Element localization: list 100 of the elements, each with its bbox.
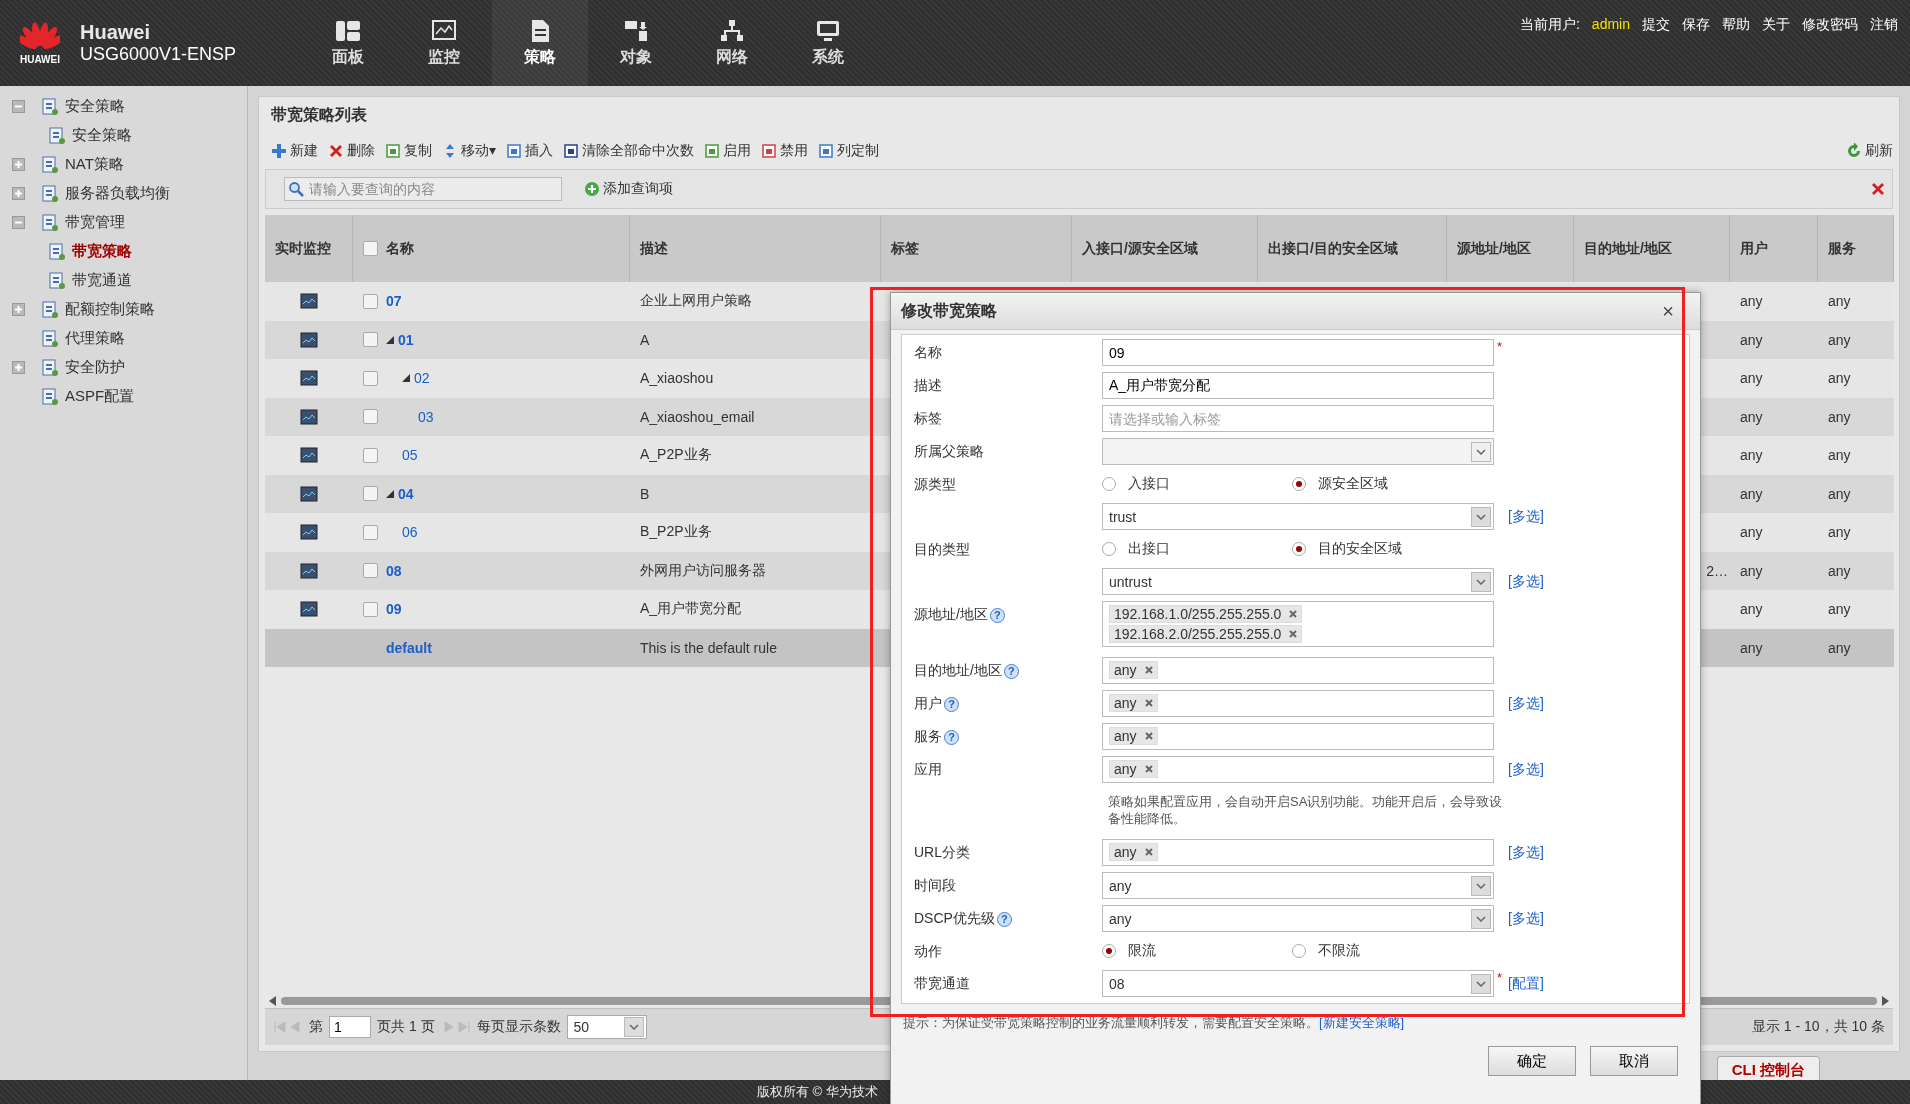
expand-icon[interactable] xyxy=(12,303,25,316)
radio-option[interactable]: 不限流 xyxy=(1292,942,1482,960)
page-input[interactable]: 1 xyxy=(329,1016,371,1038)
checkbox[interactable] xyxy=(363,447,378,463)
monitor-icon[interactable] xyxy=(300,293,318,310)
remove-icon[interactable] xyxy=(1289,630,1298,638)
remove-icon[interactable] xyxy=(1144,848,1153,856)
close-button[interactable]: × xyxy=(1662,301,1674,321)
expand-icon[interactable] xyxy=(12,187,25,200)
sidebar-item[interactable]: 安全防护 xyxy=(65,358,125,377)
expand-icon[interactable] xyxy=(12,158,25,171)
toolbar-button[interactable]: 新建 xyxy=(271,142,318,160)
multi-select-link[interactable]: [多选] xyxy=(1508,905,1568,928)
help-icon[interactable]: ? xyxy=(996,911,1012,927)
monitor-icon[interactable] xyxy=(300,562,318,579)
header-link[interactable]: 帮助 xyxy=(1722,16,1750,86)
multi-select-link[interactable]: [多选] xyxy=(1508,568,1568,591)
remove-icon[interactable] xyxy=(1144,699,1153,707)
sidebar-item[interactable]: ASPF配置 xyxy=(65,387,135,406)
sidebar-item[interactable]: NAT策略 xyxy=(65,155,124,174)
checkbox[interactable] xyxy=(363,409,378,425)
sidebar-item[interactable]: 带宽通道 xyxy=(72,271,132,290)
add-query-button[interactable]: 添加查询项 xyxy=(578,179,679,199)
toolbar-button[interactable]: 清除全部命中次数 xyxy=(563,142,695,160)
search-field[interactable]: 请输入要查询的内容 xyxy=(284,177,562,201)
nav-tab[interactable]: 系统 xyxy=(780,0,876,86)
policy-name[interactable]: 03 xyxy=(418,408,434,425)
help-icon[interactable]: ? xyxy=(944,696,959,712)
scroll-right-icon[interactable] xyxy=(1881,996,1889,1006)
expanded-icon[interactable] xyxy=(386,489,394,498)
monitor-icon[interactable] xyxy=(300,524,318,541)
sidebar-item[interactable]: 安全策略 xyxy=(65,97,125,116)
remove-icon[interactable] xyxy=(1144,666,1153,674)
header-link[interactable]: 关于 xyxy=(1762,16,1790,86)
policy-name[interactable]: 01 xyxy=(398,331,414,348)
tag-field[interactable]: any xyxy=(1102,657,1494,684)
sidebar-item[interactable]: 配额控制策略 xyxy=(65,300,155,319)
sidebar-item[interactable]: 带宽策略 xyxy=(72,242,132,261)
header-link[interactable]: 提交 xyxy=(1642,16,1670,86)
checkbox[interactable] xyxy=(363,293,378,309)
checkbox[interactable] xyxy=(363,370,378,386)
select-field[interactable]: any xyxy=(1102,905,1494,932)
close-icon[interactable] xyxy=(1870,181,1886,197)
sidebar-item[interactable]: 服务器负载均衡 xyxy=(65,184,170,203)
multi-select-link[interactable]: [多选] xyxy=(1508,690,1568,713)
nav-tab[interactable]: 对象 xyxy=(588,0,684,86)
per-page-select[interactable]: 50 xyxy=(566,1015,647,1039)
collapse-icon[interactable] xyxy=(12,100,25,113)
radio-option[interactable]: 源安全区域 xyxy=(1292,475,1482,493)
monitor-icon[interactable] xyxy=(300,601,318,618)
nav-tab[interactable]: 网络 xyxy=(684,0,780,86)
tag-field[interactable]: any xyxy=(1102,839,1494,866)
monitor-icon[interactable] xyxy=(300,370,318,387)
policy-name[interactable]: 08 xyxy=(386,562,402,579)
toolbar-button[interactable]: 插入 xyxy=(506,142,554,160)
sidebar-item[interactable]: 带宽管理 xyxy=(65,213,125,232)
checkbox[interactable] xyxy=(363,563,378,579)
multi-select-link[interactable]: [多选] xyxy=(1508,503,1568,526)
remove-icon[interactable] xyxy=(1144,732,1153,740)
toolbar-button[interactable]: 删除 xyxy=(328,142,375,160)
tag-field[interactable]: any xyxy=(1102,690,1494,717)
cli-tab[interactable]: CLI 控制台 xyxy=(1716,1056,1820,1080)
remove-icon[interactable] xyxy=(1144,765,1153,773)
nav-tab[interactable]: 策略 xyxy=(492,0,588,86)
new-policy-link[interactable]: [新建安全策略] xyxy=(1319,1015,1405,1030)
sidebar-item[interactable]: 代理策略 xyxy=(65,329,125,348)
checkbox[interactable] xyxy=(363,486,378,502)
radio-button[interactable] xyxy=(1292,944,1306,958)
radio-option[interactable]: 入接口 xyxy=(1102,475,1292,493)
refresh-button[interactable]: 刷新 xyxy=(1846,142,1893,160)
policy-name[interactable]: 05 xyxy=(402,447,418,464)
checkbox[interactable] xyxy=(363,601,378,617)
text-field[interactable]: 请选择或输入标签 xyxy=(1102,405,1494,432)
scroll-left-icon[interactable] xyxy=(269,996,277,1006)
toolbar-button[interactable]: 复制 xyxy=(385,142,432,160)
checkbox[interactable] xyxy=(363,332,378,348)
collapse-icon[interactable] xyxy=(12,216,25,229)
multi-select-link[interactable]: [配置] xyxy=(1508,970,1568,993)
radio-button[interactable] xyxy=(1102,542,1116,556)
multi-select-link[interactable]: [多选] xyxy=(1508,756,1568,779)
remove-icon[interactable] xyxy=(1289,610,1298,618)
tag-field[interactable]: 192.168.1.0/255.255.255.0 192.168.2.0/255.255.255.0 xyxy=(1102,601,1494,647)
checkbox[interactable] xyxy=(363,524,378,540)
policy-name[interactable]: 06 xyxy=(402,524,418,541)
dialog-button[interactable]: 确定 xyxy=(1488,1046,1576,1076)
expanded-icon[interactable] xyxy=(402,374,410,383)
monitor-icon[interactable] xyxy=(300,447,318,464)
policy-name[interactable]: 07 xyxy=(386,293,402,310)
select-field[interactable]: untrust xyxy=(1102,568,1494,595)
toolbar-button[interactable]: 启用 xyxy=(704,142,752,160)
radio-button[interactable] xyxy=(1292,542,1306,556)
text-field[interactable]: 09 xyxy=(1102,339,1494,366)
select-field[interactable]: trust xyxy=(1102,503,1494,530)
radio-option[interactable]: 出接口 xyxy=(1102,540,1292,558)
toolbar-button[interactable]: 禁用 xyxy=(761,142,809,160)
dialog-button[interactable]: 取消 xyxy=(1590,1046,1678,1076)
radio-button[interactable] xyxy=(1102,944,1116,958)
expand-icon[interactable] xyxy=(12,361,25,374)
help-icon[interactable]: ? xyxy=(944,729,959,745)
header-link[interactable]: 保存 xyxy=(1682,16,1710,86)
